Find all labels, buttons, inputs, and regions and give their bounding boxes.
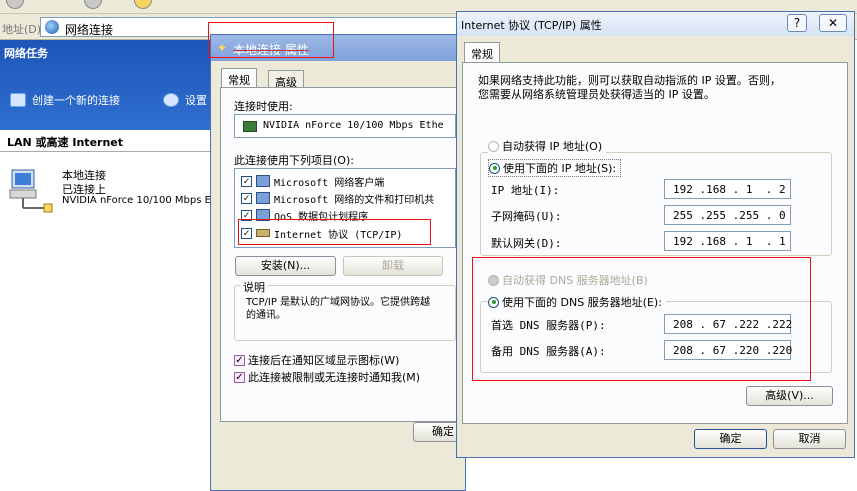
properties-title: 本地连接 属性 [233, 43, 309, 57]
network-folder-icon [45, 20, 59, 34]
item-label: QoS 数据包计划程序 [274, 211, 369, 223]
properties-titlebar[interactable]: ✦ 本地连接 属性 [211, 35, 465, 61]
close-button[interactable]: ✕ [819, 14, 847, 32]
protocol-icon [256, 229, 270, 237]
item-checkbox[interactable]: ✓ [241, 209, 252, 221]
auto-dns-option: 自动获得 DNS 服务器地址(B) [488, 272, 648, 288]
tcpip-intro: 如果网络支持此功能，则可以获取自动指派的 IP 设置。否则， 您需要从网络系统管… [478, 74, 781, 101]
notify-label: 此连接被限制或无连接时通知我(M) [248, 371, 421, 384]
network-connection-icon[interactable] [8, 166, 54, 214]
gateway-field[interactable]: 192 .168 . 1 . 1 [664, 231, 791, 251]
preferred-dns-label: 首选 DNS 服务器(P): [491, 319, 606, 332]
item-checkbox[interactable]: ✓ [241, 175, 252, 187]
auto-dns-label: 自动获得 DNS 服务器地址(B) [502, 274, 648, 287]
ip-address-label: IP 地址(I): [491, 184, 560, 197]
notify-checkbox[interactable]: ✓ [234, 371, 245, 383]
item-label: Microsoft 网络客户端 [274, 177, 385, 189]
qos-icon [256, 209, 270, 221]
ip-address-field[interactable]: 192 .168 . 1 . 2 [664, 179, 791, 199]
gateway-label: 默认网关(D): [491, 237, 562, 250]
tcpip-title: Internet 协议 (TCP/IP) 属性 [461, 19, 602, 32]
task-pane: 网络任务 创建一个新的连接 设置 [0, 40, 210, 130]
tcp-ok-button[interactable]: 确定 [694, 429, 767, 449]
list-item[interactable]: ✓ Microsoft 网络客户端 [241, 173, 384, 189]
manual-dns-label: 使用下面的 DNS 服务器地址(E): [502, 296, 662, 309]
tab-tcp-general[interactable]: 常规 [464, 42, 500, 63]
item-checkbox[interactable]: ✓ [241, 227, 252, 239]
show-icon-checkbox[interactable]: ✓ [234, 354, 245, 366]
address-label: 地址(D) [2, 23, 42, 36]
adapter-field: NVIDIA nForce 10/100 Mbps Ethe [234, 114, 456, 138]
auto-ip-option[interactable]: 自动获得 IP 地址(O) [488, 138, 607, 154]
connection-title-icon: ✦ [217, 41, 228, 55]
forward-icon[interactable] [84, 0, 102, 9]
connect-using-label: 连接时使用: [234, 100, 293, 113]
auto-ip-radio[interactable] [488, 140, 499, 152]
auto-ip-label: 自动获得 IP 地址(O) [502, 140, 603, 153]
manual-dns-radio[interactable] [488, 296, 499, 308]
auto-dns-radio [488, 274, 499, 286]
network-client-icon [256, 175, 270, 187]
list-item[interactable]: ✓ Microsoft 网络的文件和打印机共 [241, 190, 434, 206]
manual-ip-option[interactable]: 使用下面的 IP 地址(S): [488, 159, 622, 177]
show-icon-option[interactable]: ✓ 连接后在通知区域显示图标(W) [234, 352, 399, 368]
alternate-dns-field[interactable]: 208 . 67 .220 .220 [664, 340, 792, 360]
tcp-cancel-button[interactable]: 取消 [773, 429, 846, 449]
list-item[interactable]: ✓ QoS 数据包计划程序 [241, 207, 368, 223]
dns-group [480, 301, 832, 373]
show-icon-label: 连接后在通知区域显示图标(W) [248, 354, 400, 367]
folder-up-icon[interactable] [134, 0, 152, 9]
preferred-dns-field[interactable]: 208 . 67 .222 .222 [664, 314, 792, 334]
address-value: 网络连接 [65, 23, 114, 37]
alternate-dns-label: 备用 DNS 服务器(A): [491, 345, 606, 358]
tcpip-titlebar[interactable]: Internet 协议 (TCP/IP) 属性 ? ✕ [457, 12, 854, 36]
network-tasks-title: 网络任务 [4, 47, 48, 60]
list-item[interactable]: ✓ Internet 协议 (TCP/IP) [241, 225, 402, 241]
uninstall-button[interactable]: 卸载 [343, 256, 443, 276]
manual-ip-label: 使用下面的 IP 地址(S): [503, 162, 617, 175]
help-button[interactable]: ? [787, 14, 807, 32]
tab-advanced[interactable]: 高级 [268, 70, 304, 89]
create-connection-label: 创建一个新的连接 [32, 94, 120, 107]
connection-device: NVIDIA nForce 10/100 Mbps E... [62, 195, 221, 206]
tab-general[interactable]: 常规 [221, 68, 257, 88]
item-checkbox[interactable]: ✓ [241, 192, 252, 204]
subnet-mask-field[interactable]: 255 .255 .255 . 0 [664, 205, 791, 225]
network-adapter-icon [243, 121, 257, 132]
notify-option[interactable]: ✓ 此连接被限制或无连接时通知我(M) [234, 369, 420, 385]
settings-label: 设置 [185, 94, 207, 107]
file-share-icon [256, 192, 270, 204]
subnet-mask-label: 子网掩码(U): [491, 210, 562, 223]
advanced-button[interactable]: 高级(V)... [746, 386, 833, 406]
settings-link[interactable]: 设置 [163, 92, 207, 108]
lan-section-header: LAN 或高速 Internet [0, 130, 210, 152]
manual-ip-radio[interactable] [489, 162, 500, 174]
create-connection-link[interactable]: 创建一个新的连接 [10, 92, 120, 108]
manual-dns-option[interactable]: 使用下面的 DNS 服务器地址(E): [488, 294, 666, 310]
description-text: TCP/IP 是默认的广域网协议。它提供跨越 的通讯。 [246, 297, 431, 321]
description-legend: 说明 [240, 279, 268, 295]
back-icon[interactable] [6, 0, 24, 9]
new-connection-icon [10, 93, 26, 107]
settings-icon [163, 93, 179, 107]
install-button[interactable]: 安装(N)... [235, 256, 336, 276]
lan-section-title: LAN 或高速 Internet [7, 136, 124, 149]
item-label: Internet 协议 (TCP/IP) [274, 229, 403, 241]
adapter-name: NVIDIA nForce 10/100 Mbps Ethe [263, 120, 444, 131]
item-label: Microsoft 网络的文件和打印机共 [274, 194, 435, 206]
components-list[interactable]: ✓ Microsoft 网络客户端 ✓ Microsoft 网络的文件和打印机共… [234, 168, 456, 248]
items-label: 此连接使用下列项目(O): [234, 154, 354, 167]
